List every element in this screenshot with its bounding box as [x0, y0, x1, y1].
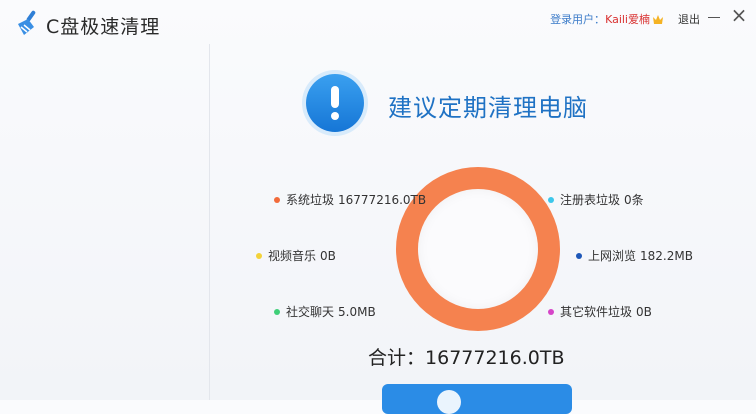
exclamation-icon [306, 74, 364, 132]
legend-value: 16777216.0TB [338, 192, 427, 207]
total-label: 合计： [368, 347, 426, 369]
crown-icon [653, 14, 663, 24]
legend-label: 视频音乐 [268, 249, 317, 263]
title-bar: C盘极速清理 登录用户： Kaili爱楠 退出 × [0, 0, 756, 44]
clean-icon [437, 390, 461, 414]
legend-label: 上网浏览 [588, 249, 637, 263]
legend-label: 注册表垃圾 [560, 193, 621, 207]
total-value: 16777216.0TB [425, 347, 565, 369]
legend-label: 系统垃圾 [286, 193, 335, 207]
legend-dot [256, 252, 262, 259]
legend-video-music: 视频音乐 0B [256, 247, 336, 264]
close-icon[interactable]: × [730, 4, 748, 26]
legend-dot [548, 196, 554, 203]
legend-registry-junk: 注册表垃圾 0条 [548, 191, 644, 208]
legend-label: 社交聊天 [286, 305, 335, 319]
legend-value: 5.0MB [338, 304, 376, 319]
logout-link[interactable]: 退出 [678, 11, 700, 27]
legend-other-software-junk: 其它软件垃圾 0B [548, 303, 652, 320]
headline: 建议定期清理电脑 [388, 94, 588, 122]
legend-value: 0B [636, 304, 652, 319]
sidebar-divider [209, 44, 210, 400]
login-label: 登录用户： [550, 13, 606, 26]
legend-dot [576, 252, 582, 259]
username[interactable]: Kaili爱楠 [605, 11, 650, 27]
total-summary: 合计：16777216.0TB [368, 343, 565, 370]
legend-web-browsing: 上网浏览 182.2MB [576, 247, 693, 264]
legend-dot [274, 196, 280, 203]
legend-label: 其它软件垃圾 [560, 305, 633, 319]
clean-button[interactable] [382, 384, 572, 414]
legend-dot [548, 308, 554, 315]
legend-value: 182.2MB [640, 248, 693, 263]
app-title: C盘极速清理 [46, 16, 161, 38]
legend-system-junk: 系统垃圾 16777216.0TB [274, 191, 426, 208]
legend-social-chat: 社交聊天 5.0MB [274, 303, 376, 320]
login-info: 登录用户： Kaili爱楠 [550, 11, 664, 27]
legend-value: 0B [320, 248, 336, 263]
broom-icon [18, 10, 36, 35]
legend-value: 0条 [624, 193, 644, 207]
minimize-icon[interactable] [706, 6, 722, 26]
legend-dot [274, 308, 280, 315]
